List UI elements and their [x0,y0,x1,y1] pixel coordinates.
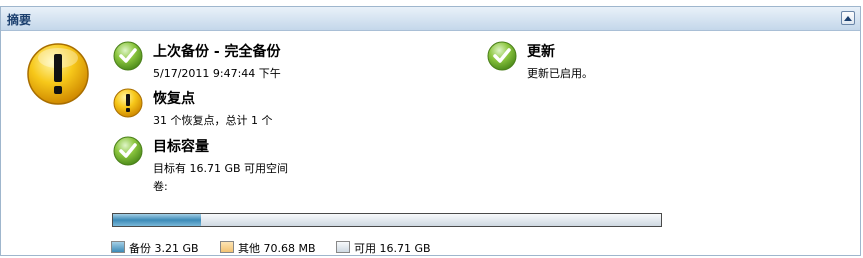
legend-swatch-backup [111,241,125,253]
legend-swatch-free [336,241,350,253]
last-backup-timestamp: 5/17/2011 9:47:44 下午 [153,67,281,80]
restore-points-status: 恢复点 31 个恢复点，总计 1 个 [113,88,473,128]
warning-icon [113,88,143,118]
update-status: 更新 更新已启用。 [487,41,787,81]
legend-label-backup: 备份 3.21 GB [129,242,199,255]
restore-points-detail: 31 个恢复点，总计 1 个 [153,114,273,127]
update-title: 更新 [527,44,555,60]
last-backup-status: 上次备份 - 完全备份 5/17/2011 9:47:44 下午 [113,41,473,81]
last-backup-title: 上次备份 - 完全备份 [153,44,281,60]
volume-label: 卷: [153,180,168,193]
chevron-up-icon [844,16,852,21]
check-icon [487,41,517,71]
legend-label-free: 可用 16.71 GB [354,242,431,255]
capacity-bar-backup-segment [113,214,201,226]
warning-icon [27,43,89,105]
restore-points-title: 恢复点 [153,91,195,107]
legend-swatch-other [220,241,234,253]
target-capacity-title: 目标容量 [153,139,209,155]
legend-label-other: 其他 70.68 MB [238,242,316,255]
panel-title: 摘要 [7,13,32,27]
panel-header: 摘要 [1,7,860,31]
update-detail: 更新已启用。 [527,67,593,80]
target-capacity-detail: 目标有 16.71 GB 可用空间 [153,162,289,175]
check-icon [113,41,143,71]
check-icon [113,136,143,166]
collapse-button[interactable] [841,11,855,25]
target-capacity-status: 目标容量 目标有 16.71 GB 可用空间 卷: [113,136,473,193]
summary-panel: 摘要 上次备份 - 完全备份 5/17/2011 9:47:44 下午 更新 更… [0,6,861,256]
capacity-bar [112,213,662,227]
